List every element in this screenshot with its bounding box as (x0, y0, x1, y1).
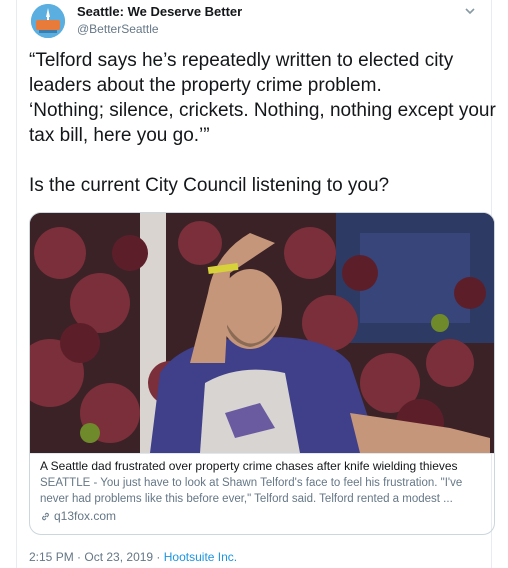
author-display-name[interactable]: Seattle: We Deserve Better (77, 4, 242, 19)
card-domain[interactable]: q13fox.com (40, 508, 484, 524)
avatar-logo (31, 4, 65, 38)
separator: · (73, 550, 85, 564)
card-image[interactable] (30, 213, 494, 453)
tweet-source-link[interactable]: Hootsuite Inc. (164, 550, 237, 564)
tweet-text-line: leaders about the property crime problem… (29, 75, 382, 96)
tweet: Seattle: We Deserve Better @BetterSeattl… (16, 0, 496, 568)
separator: · (153, 550, 164, 564)
tweet-date[interactable]: Oct 23, 2019 (84, 550, 153, 564)
tweet-text-line: tax bill, here you go.’” (29, 125, 210, 146)
chevron-down-icon[interactable] (463, 4, 477, 18)
tweet-footer: 2:15 PM · Oct 23, 2019 · Hootsuite Inc. (29, 550, 237, 564)
link-preview-card[interactable]: A Seattle dad frustrated over property c… (29, 212, 495, 535)
card-domain-text: q13fox.com (54, 509, 117, 523)
tweet-text: “Telford says he’s repeatedly written to… (29, 48, 496, 198)
link-icon (42, 512, 49, 520)
card-description: SEATTLE - You just have to look at Shawn… (40, 477, 463, 505)
tweet-text-line: “Telford says he’s repeatedly written to… (29, 50, 454, 71)
card-body: A Seattle dad frustrated over property c… (30, 453, 494, 524)
avatar[interactable] (31, 4, 65, 38)
tweet-text-line: ‘Nothing; silence, crickets. Nothing, no… (29, 100, 496, 121)
tweet-text-line: Is the current City Council listening to… (29, 175, 390, 196)
tweet-time[interactable]: 2:15 PM (29, 550, 74, 564)
author-handle[interactable]: @BetterSeattle (77, 22, 159, 36)
card-title[interactable]: A Seattle dad frustrated over property c… (40, 459, 484, 474)
